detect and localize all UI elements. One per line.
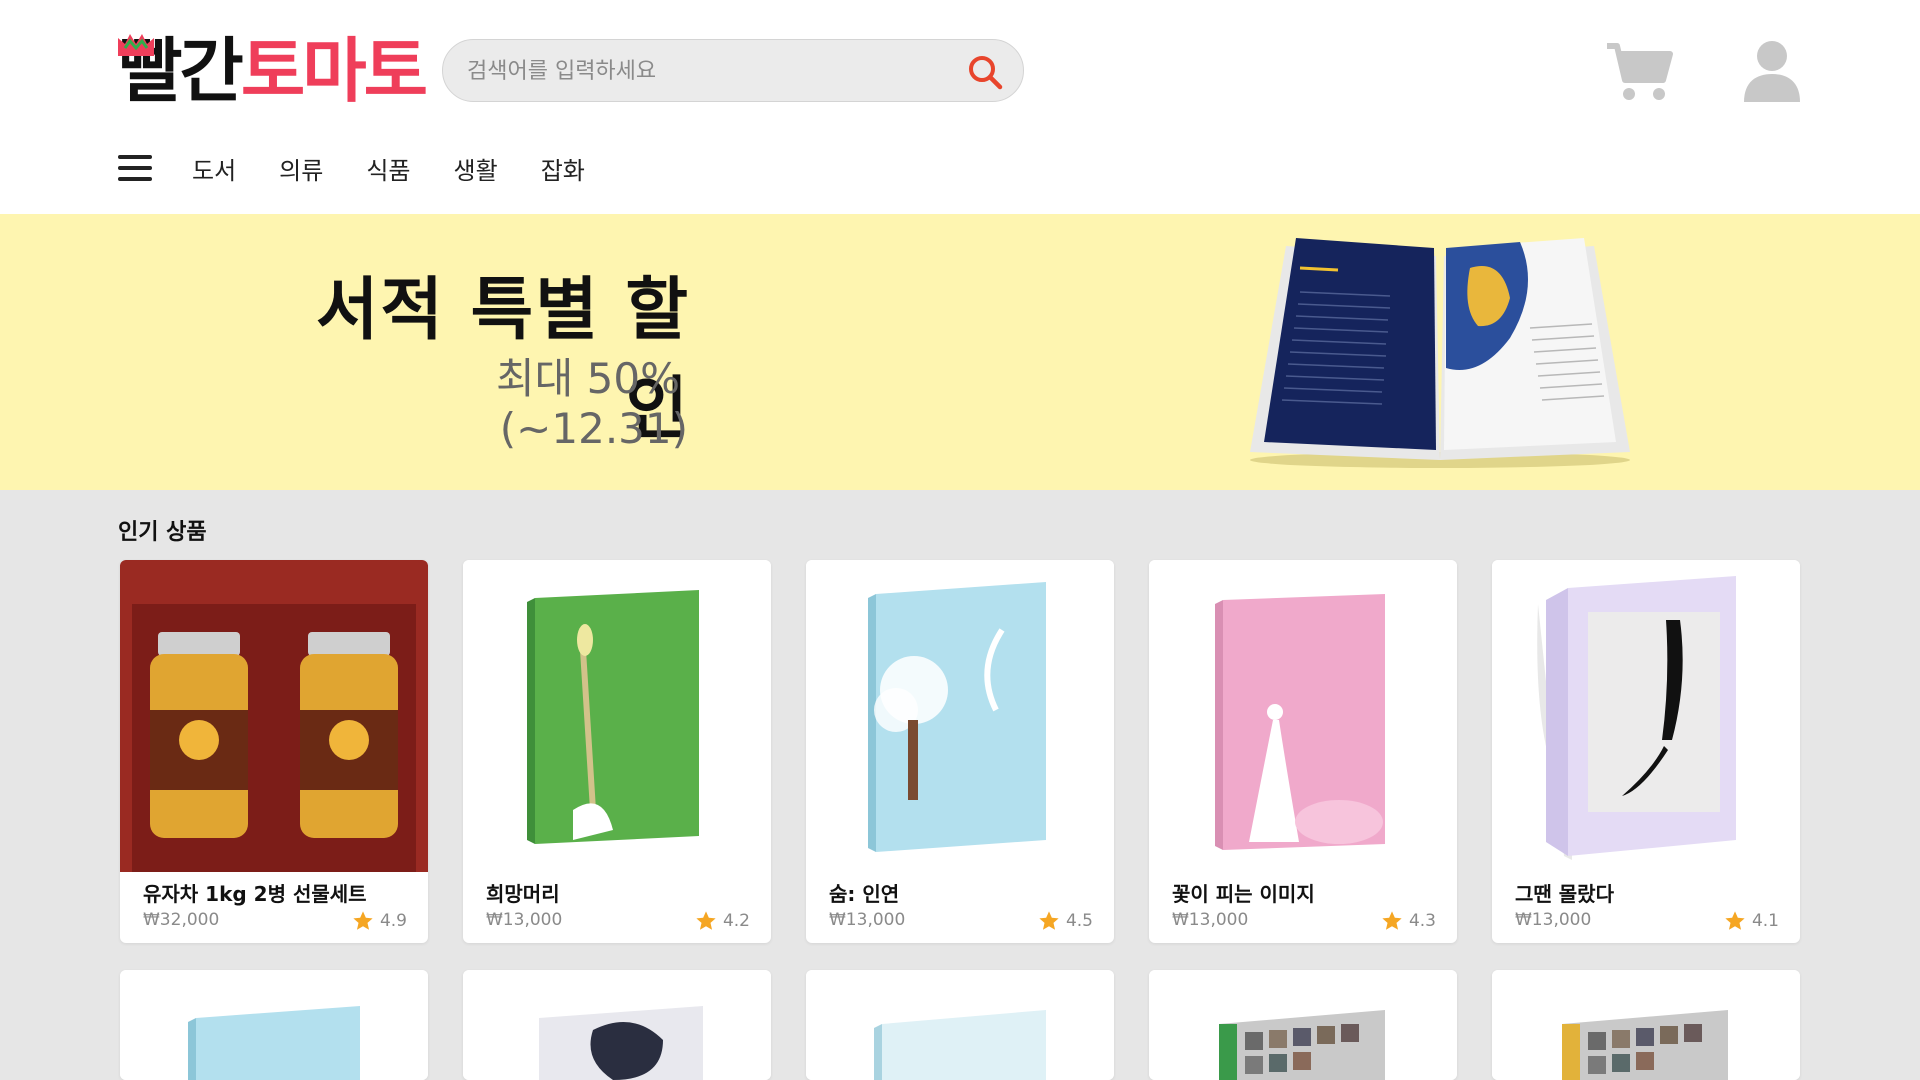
promo-banner[interactable]: 서적 특별 할인 최대 50% (~12.31) — [0, 214, 1920, 490]
site-logo[interactable]: 빨간 토마토 — [118, 30, 428, 112]
banner-discount: 최대 50% — [496, 354, 680, 403]
logo-part2: 토마토 — [240, 30, 428, 112]
tomato-crown-icon — [118, 34, 154, 56]
star-icon — [1039, 911, 1059, 930]
product-rating: 4.2 — [695, 910, 750, 932]
popular-products-section: 인기 상품 유자차 1kg 2병 선물세트 ₩32,000 4.9 희망머리 ₩… — [0, 490, 1920, 1080]
product-rating-value: 4.5 — [1065, 911, 1093, 931]
nav-item-living[interactable]: 생활 — [454, 151, 498, 186]
banner-period: (~12.31) — [499, 404, 688, 453]
product-name: 숨: 인연 — [829, 882, 900, 906]
user-account-button[interactable] — [1742, 40, 1802, 104]
product-rating-value: 4.9 — [379, 911, 407, 931]
nav-item-books[interactable]: 도서 — [192, 151, 236, 186]
product-card[interactable]: 꽃이 피는 이미지 ₩13,000 4.3 — [1149, 560, 1457, 943]
product-rating: 4.3 — [1381, 910, 1436, 932]
nav-item-goods[interactable]: 잡화 — [541, 151, 585, 186]
product-rating-value: 4.3 — [1408, 911, 1436, 931]
product-image-book-blue — [806, 560, 1114, 872]
search-bar — [442, 39, 1024, 102]
product-image-yuja-tea — [120, 560, 428, 872]
user-icon — [1744, 41, 1800, 102]
hamburger-menu-icon[interactable] — [118, 155, 152, 181]
product-rating-value: 4.2 — [722, 911, 750, 931]
logo-text-dark: 빨간 — [118, 34, 244, 108]
search-icon — [969, 56, 1003, 90]
product-rating: 4.1 — [1724, 910, 1779, 932]
product-price: ₩13,000 — [486, 910, 563, 930]
product-card[interactable] — [1149, 970, 1457, 1080]
star-icon — [696, 911, 716, 930]
product-image-book-cyan — [806, 970, 1114, 1080]
product-price: ₩13,000 — [1172, 910, 1249, 930]
cart-button[interactable] — [1605, 40, 1673, 104]
product-price: ₩13,000 — [829, 910, 906, 930]
product-card[interactable]: 숨: 인연 ₩13,000 4.5 — [806, 560, 1114, 943]
star-icon — [1725, 911, 1745, 930]
product-name: 꽃이 피는 이미지 — [1172, 882, 1315, 906]
nav-item-clothing[interactable]: 의류 — [279, 151, 323, 186]
search-input[interactable] — [467, 52, 927, 90]
product-name: 희망머리 — [486, 882, 560, 906]
product-image-book-blue-2 — [120, 970, 428, 1080]
product-image-book-collage — [1149, 970, 1457, 1080]
product-card[interactable]: 그땐 몰랐다 ₩13,000 4.1 — [1492, 560, 1800, 943]
star-icon — [1382, 911, 1402, 930]
product-name: 유자차 1kg 2병 선물세트 — [143, 882, 367, 906]
product-card[interactable] — [463, 970, 771, 1080]
nav-item-food[interactable]: 식품 — [366, 151, 410, 186]
site-header: 빨간 토마토 도서 의류 식품 생활 — [0, 0, 1920, 214]
product-card[interactable] — [806, 970, 1114, 1080]
cart-icon — [1607, 43, 1673, 100]
product-image-book-pink — [1149, 560, 1457, 872]
open-book-illustration — [1250, 238, 1630, 468]
product-card[interactable] — [1492, 970, 1800, 1080]
product-image-book-green — [463, 560, 771, 872]
section-title: 인기 상품 — [118, 520, 207, 545]
product-price: ₩32,000 — [143, 910, 220, 930]
product-image-book-dark — [463, 970, 771, 1080]
product-rating: 4.5 — [1038, 910, 1093, 932]
product-card[interactable] — [120, 970, 428, 1080]
star-icon — [353, 911, 373, 930]
product-card[interactable]: 희망머리 ₩13,000 4.2 — [463, 560, 771, 943]
product-name: 그땐 몰랐다 — [1515, 882, 1614, 906]
product-price: ₩13,000 — [1515, 910, 1592, 930]
product-image-book-lavender — [1492, 560, 1800, 872]
product-rating: 4.9 — [352, 910, 407, 932]
search-button[interactable] — [965, 52, 1005, 92]
product-card[interactable]: 유자차 1kg 2병 선물세트 ₩32,000 4.9 — [120, 560, 428, 943]
product-rating-value: 4.1 — [1751, 911, 1779, 931]
product-image-book-collage-2 — [1492, 970, 1800, 1080]
category-nav: 도서 의류 식품 생활 잡화 — [118, 148, 628, 188]
